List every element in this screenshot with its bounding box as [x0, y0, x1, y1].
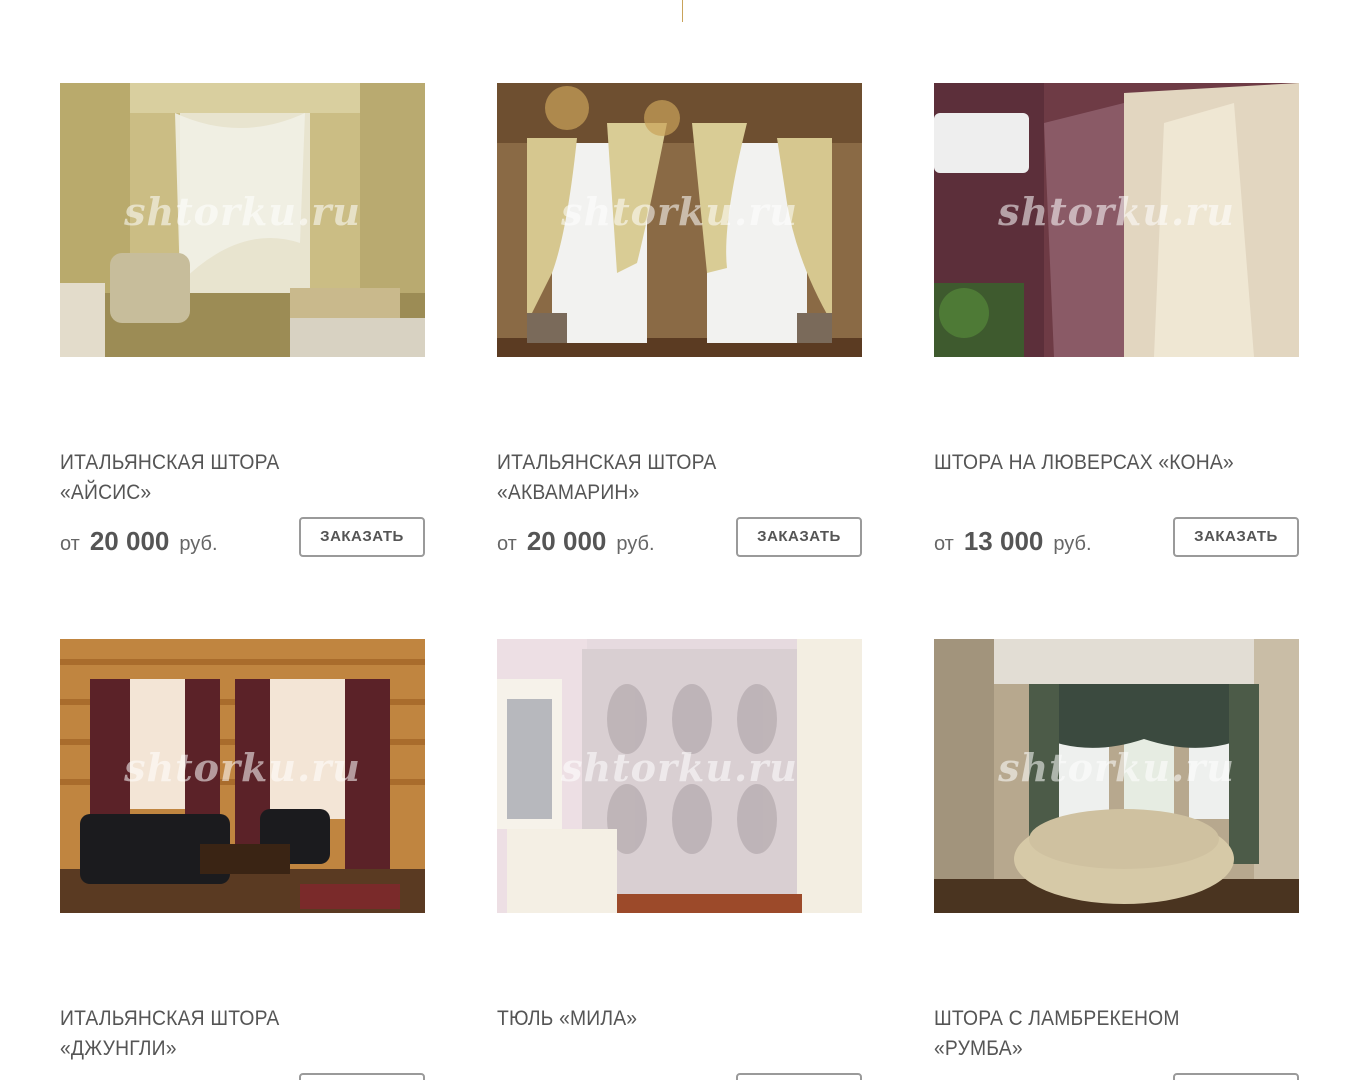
price-currency: руб.: [1053, 533, 1092, 555]
catalog-page: shtorku.ru ИТАЛЬЯНСКАЯ ШТОРА «АЙСИС» от 2…: [0, 0, 1366, 1080]
log-cabin-living-room-photo: [60, 639, 425, 913]
product-title[interactable]: ИТАЛЬЯНСКАЯ ШТОРА «АЙСИС»: [60, 448, 364, 508]
product-price: от 13 000 руб.: [934, 526, 1092, 557]
product-title[interactable]: ШТОРА НА ЛЮВЕРСАХ «КОНА»: [934, 448, 1238, 478]
product-title[interactable]: ТЮЛЬ «МИЛА»: [497, 1004, 801, 1034]
product-card: shtorku.ru ТЮЛЬ «МИЛА» ЗАКАЗАТЬ: [497, 639, 862, 1080]
price-prefix: от: [934, 533, 954, 555]
product-photo[interactable]: shtorku.ru: [934, 83, 1299, 357]
product-title[interactable]: ШТОРА С ЛАМБРЕКЕНОМ «РУМБА»: [934, 1004, 1238, 1064]
product-grid: shtorku.ru ИТАЛЬЯНСКАЯ ШТОРА «АЙСИС» от 2…: [60, 83, 1299, 1080]
product-price: от 20 000 руб.: [60, 526, 218, 557]
price-value: 20 000: [526, 526, 607, 556]
lace-tulle-bedroom-photo: [497, 639, 862, 913]
product-photo[interactable]: shtorku.ru: [60, 639, 425, 913]
price-currency: руб.: [179, 533, 218, 555]
product-title[interactable]: ИТАЛЬЯНСКАЯ ШТОРА «АКВАМАРИН»: [497, 448, 801, 508]
order-button[interactable]: ЗАКАЗАТЬ: [1173, 1073, 1299, 1080]
order-button[interactable]: ЗАКАЗАТЬ: [299, 517, 425, 557]
product-card: shtorku.ru ШТОРА НА ЛЮВЕРСАХ «КОНА» от 13…: [934, 83, 1299, 557]
arched-windows-curtains-photo: [497, 83, 862, 357]
price-prefix: от: [60, 533, 80, 555]
product-card: shtorku.ru ИТАЛЬЯНСКАЯ ШТОРА «ДЖУНГЛИ» З…: [60, 639, 425, 1080]
product-photo[interactable]: shtorku.ru: [934, 639, 1299, 913]
section-divider-line: [682, 0, 683, 22]
bedroom-sheer-curtain-photo: [60, 83, 425, 357]
product-photo[interactable]: shtorku.ru: [60, 83, 425, 357]
eyelet-curtain-photo: [934, 83, 1299, 357]
product-title[interactable]: ИТАЛЬЯНСКАЯ ШТОРА «ДЖУНГЛИ»: [60, 1004, 364, 1064]
price-value: 13 000: [963, 526, 1044, 556]
product-card: shtorku.ru ШТОРА С ЛАМБРЕКЕНОМ «РУМБА» З…: [934, 639, 1299, 1080]
product-card: shtorku.ru ИТАЛЬЯНСКАЯ ШТОРА «АЙСИС» от 2…: [60, 83, 425, 557]
round-bed-lambrequin-photo: [934, 639, 1299, 913]
product-price: от 20 000 руб.: [497, 526, 655, 557]
product-photo[interactable]: shtorku.ru: [497, 83, 862, 357]
product-card: shtorku.ru ИТАЛЬЯНСКАЯ ШТОРА «АКВАМАРИН»…: [497, 83, 862, 557]
price-currency: руб.: [616, 533, 655, 555]
order-button[interactable]: ЗАКАЗАТЬ: [736, 1073, 862, 1080]
price-value: 20 000: [89, 526, 170, 556]
price-prefix: от: [497, 533, 517, 555]
order-button[interactable]: ЗАКАЗАТЬ: [736, 517, 862, 557]
product-photo[interactable]: shtorku.ru: [497, 639, 862, 913]
order-button[interactable]: ЗАКАЗАТЬ: [299, 1073, 425, 1080]
order-button[interactable]: ЗАКАЗАТЬ: [1173, 517, 1299, 557]
